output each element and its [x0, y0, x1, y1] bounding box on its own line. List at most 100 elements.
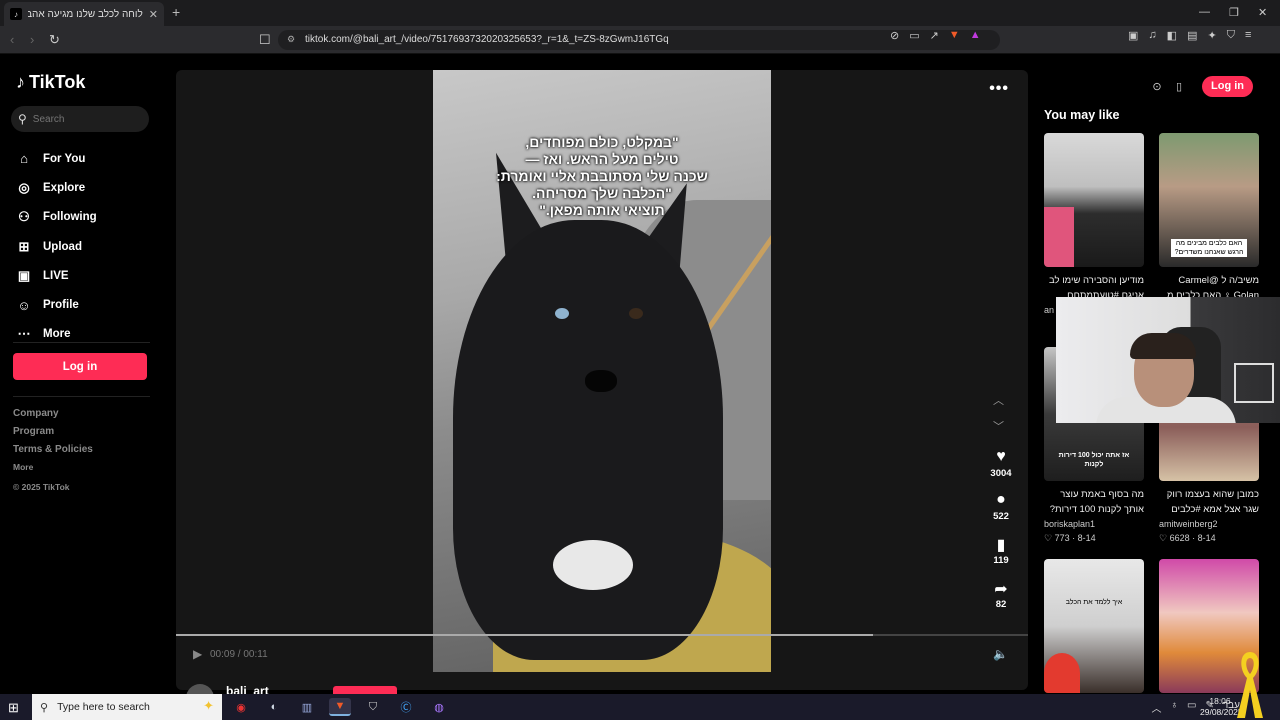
search-highlight-icon: ✦: [203, 698, 214, 713]
url-actions: ⊘ ▭ ↗ ▼ ▲: [890, 29, 981, 42]
browser-tab[interactable]: ♪ לוחה לכלב שלנו מגיעה אהבה כי ✕: [4, 2, 164, 26]
back-icon[interactable]: ‹: [10, 32, 14, 47]
bookmark-icon[interactable]: ☐: [259, 32, 271, 48]
vpn-icon[interactable]: ⛉: [1227, 29, 1235, 42]
minimize-icon[interactable]: —: [1199, 6, 1210, 18]
heart-icon: ♡: [1044, 533, 1053, 543]
more-icon: ⋯: [17, 326, 31, 342]
follow-button[interactable]: [333, 686, 397, 694]
brave-shield-icon[interactable]: ▼: [949, 29, 960, 42]
footer-more-link[interactable]: More: [13, 462, 93, 480]
sidebar-item-live[interactable]: ▣ LIVE: [16, 261, 97, 290]
tiktok-logo[interactable]: ♪ TikTok: [16, 72, 85, 93]
video-author: amitweinberg2: [1159, 519, 1218, 529]
like-button[interactable]: ♥ 3004: [986, 448, 1016, 479]
thumbnail-caption: אז אתה יכול 100 דירות לקנות: [1058, 452, 1130, 468]
next-video-icon[interactable]: ﹀: [993, 418, 1004, 434]
coins-icon[interactable]: ⊙: [1146, 75, 1168, 97]
sidebar-icon[interactable]: ◧: [1167, 29, 1177, 42]
reload-icon[interactable]: ↻: [49, 32, 60, 48]
dog: [453, 220, 723, 660]
toolbar-icons: ▣ ♫ ◧ ▤ ✦ ⛉ ≡: [1128, 29, 1251, 42]
share-icon[interactable]: ↗: [930, 29, 939, 42]
header-login-button[interactable]: Log in: [1202, 75, 1253, 97]
home-icon: ⌂: [20, 151, 28, 167]
progress-bar[interactable]: [176, 634, 1028, 636]
forward-icon[interactable]: ›: [30, 32, 34, 47]
tiktok-logo-icon: ♪: [16, 72, 25, 92]
save-button[interactable]: ▮ 119: [986, 535, 1016, 566]
search-icon: ⚲: [18, 112, 27, 126]
app-icon-steam[interactable]: ◐: [263, 698, 285, 716]
sidebar-item-upload[interactable]: ⊞ Upload: [16, 232, 97, 261]
wallet-icon[interactable]: ▤: [1187, 29, 1197, 42]
program-link[interactable]: Program: [13, 426, 93, 444]
header-actions: ⊙ ▯ Log in: [1146, 75, 1253, 97]
recommended-video[interactable]: האם כלבים מבינים מה הרגש שאנחנו משדרים? …: [1159, 133, 1259, 319]
tiktok-icon: ♪: [10, 8, 22, 20]
sidebar-nav: ⌂ For You ◎ Explore ⚇ Following ⊞ Upload ▣ LI…: [16, 144, 97, 349]
more-options-icon[interactable]: •••: [989, 80, 1009, 98]
video-thumbnail: איך ללמד את הכלב: [1044, 559, 1144, 693]
mic-icon[interactable]: ♁: [1171, 700, 1179, 715]
screenshot-icon[interactable]: ▣: [1128, 29, 1138, 42]
app-icon-discord[interactable]: ◍: [428, 698, 450, 716]
close-tab-icon[interactable]: ✕: [149, 8, 158, 21]
address-bar-row: ‹ › ↻ ☐ ⚙ tiktok.com/@bali_art_/video/75…: [0, 26, 1280, 54]
comment-button[interactable]: ● 522: [986, 491, 1016, 522]
cast-icon[interactable]: ▭: [909, 29, 919, 42]
tray-expand-icon[interactable]: ︿: [1152, 700, 1162, 715]
search-input[interactable]: [32, 113, 133, 125]
tiktok-sidebar: ♪ TikTok ⚲ ⌂For You ◎Explore ⚇Following …: [0, 54, 163, 694]
dog-eye: [555, 308, 569, 319]
share-button[interactable]: ➦ 82: [986, 579, 1016, 610]
author-row: bali_art: [186, 684, 269, 712]
new-tab-button[interactable]: +: [172, 4, 180, 20]
volume-icon[interactable]: 🔈: [993, 647, 1008, 661]
windows-taskbar: ⊞ ⚲ Type here to search ✦ ◉ ◐ ▥ ▼ ⛉ Ⓒ ◍ …: [0, 694, 1280, 720]
thumbnail-caption: איך ללמד את הכלב: [1065, 599, 1123, 606]
menu-icon[interactable]: ≡: [1245, 29, 1251, 42]
live-icon: ▣: [17, 267, 31, 283]
sidebar-item-explore[interactable]: ◎ Explore: [16, 173, 97, 202]
playback-time: 00:09 / 00:11: [210, 649, 268, 660]
site-info-icon[interactable]: ⚙: [287, 34, 295, 45]
heart-icon: ♡: [1159, 533, 1168, 543]
taskbar-search[interactable]: ⚲ Type here to search ✦: [32, 694, 222, 720]
video-description: כמובן שהוא בעצמו רווק שגר אצל אמא #כלבים: [1166, 489, 1259, 515]
close-window-icon[interactable]: ✕: [1258, 6, 1267, 19]
brave-rewards-icon[interactable]: ▲: [970, 29, 981, 42]
get-app-icon[interactable]: ▯: [1168, 75, 1190, 97]
dog-chest: [553, 540, 633, 590]
recommended-video[interactable]: מודיען והסבירה שימו לב אניגם #טועתמתחם an: [1044, 133, 1144, 319]
app-icon-c[interactable]: Ⓒ: [395, 698, 417, 716]
app-icon-brave[interactable]: ▼: [329, 698, 351, 716]
music-icon[interactable]: ♫: [1148, 29, 1156, 42]
webcam-overlay: [1056, 297, 1280, 423]
play-icon[interactable]: ▶: [193, 647, 202, 661]
bookmark-icon: ▮: [996, 537, 1006, 554]
sidebar-item-more[interactable]: ⋯ More: [16, 320, 97, 349]
recommended-video[interactable]: איך ללמד את הכלב: [1044, 559, 1144, 693]
search-box[interactable]: ⚲: [11, 106, 149, 132]
app-icon-shield[interactable]: ⛉: [362, 698, 384, 716]
following-icon: ⚇: [18, 209, 30, 225]
network-icon[interactable]: ▭: [1187, 700, 1196, 715]
restore-icon[interactable]: ❐: [1229, 6, 1239, 19]
login-button[interactable]: Log in: [13, 353, 147, 380]
video-stats: ♡ 773 · 8-14: [1044, 533, 1096, 543]
company-link[interactable]: Company: [13, 408, 93, 426]
video-frame[interactable]: "במקלט, כולם מפוחדים, טילים מעל הראש. וא…: [433, 70, 771, 672]
sidebar-item-profile[interactable]: ☺ Profile: [16, 290, 97, 319]
app-icon-files[interactable]: ▥: [296, 698, 318, 716]
app-icon-obs[interactable]: ◉: [230, 698, 252, 716]
comment-count: 522: [993, 511, 1009, 522]
sidebar-item-for-you[interactable]: ⌂ For You: [16, 144, 97, 173]
terms-link[interactable]: Terms & Policies: [13, 444, 93, 462]
ai-icon[interactable]: ✦: [1207, 29, 1216, 42]
windows-start-icon[interactable]: ⊞: [8, 700, 19, 716]
previous-video-icon[interactable]: ︿: [993, 392, 1004, 408]
translate-icon[interactable]: ⊘: [890, 29, 899, 42]
sidebar-item-following[interactable]: ⚇ Following: [16, 203, 96, 232]
thumbnail-caption: האם כלבים מבינים מה הרגש שאנחנו משדרים?: [1171, 239, 1247, 257]
